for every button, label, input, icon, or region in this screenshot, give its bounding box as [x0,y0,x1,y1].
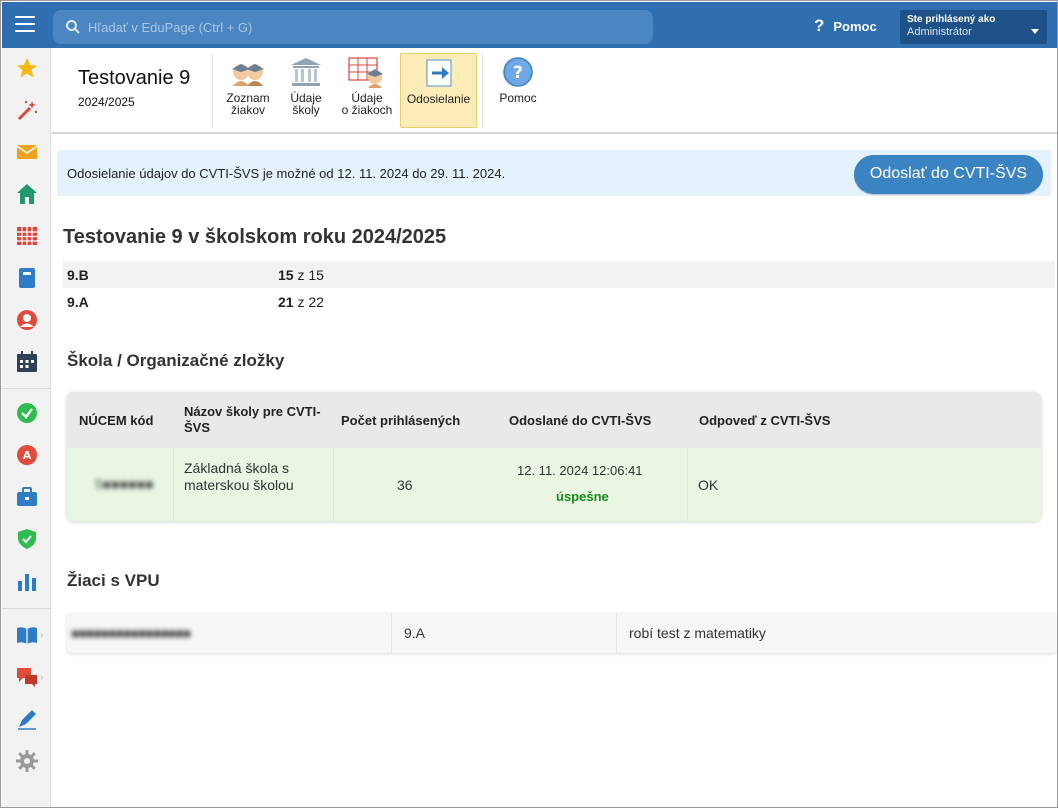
class-row: 9.B 15 z 15 [63,261,1055,288]
school-table: NÚCEM kód Názov školy pre CVTI-ŠVS Počet… [67,392,1041,521]
calendar-icon[interactable] [15,350,39,374]
class-name: 9.B [67,267,89,283]
student-class: 9.A [404,625,426,641]
student-data-label-2: o žiakoch [341,103,393,117]
svg-text:A: A [23,449,32,462]
student-note: robí test z matematiky [629,625,766,641]
search-input[interactable] [88,16,628,38]
section-heading: Testovanie 9 v školskom roku 2024/2025 [63,226,447,248]
pen-icon[interactable] [15,707,39,731]
sent-status: úspešne [556,489,609,504]
person-icon[interactable] [15,308,39,332]
chat-icon[interactable] [15,665,39,689]
column-divider [333,448,334,521]
home-icon[interactable] [15,182,39,206]
timetable-grid-icon[interactable] [15,224,39,248]
help-icon: ? [503,57,533,87]
col-header-name: Názov školy pre CVTI-ŠVS [184,404,321,435]
sidebar-divider [2,388,51,389]
school-year: 2024/2025 [78,95,135,109]
response-value: OK [698,477,719,493]
column-divider [391,613,392,653]
chevron-right-icon: › [40,672,44,683]
table-row[interactable]: 5■■■■■■ Základná škola s materskou školou… [67,448,1041,521]
magic-wand-icon[interactable] [15,98,39,122]
chevron-right-icon: › [40,630,44,641]
help-label: Pomoc [833,18,877,34]
school-name: Základná škola s materskou školou [184,460,294,493]
sending-label: Odosielanie [406,92,471,106]
column-divider [616,613,617,653]
grade-badge-icon[interactable]: A [15,443,39,467]
vpu-section-heading: Žiaci s VPU [67,571,160,590]
module-toolbar: Testovanie 9 2024/2025 Zoznam žiakov Úda… [52,48,1057,134]
table-header: NÚCEM kód Názov školy pre CVTI-ŠVS Počet… [67,392,1041,448]
column-divider [687,448,688,521]
class-row: 9.A 21 z 22 [63,288,1055,315]
school-section-heading: Škola / Organizačné zložky [67,351,285,370]
mail-icon[interactable] [15,140,39,164]
student-name: ■■■■■■■■■■■■■■■■ [71,625,191,641]
check-badge-icon[interactable] [15,401,39,425]
help-button[interactable]: ? Pomoc [492,53,544,128]
col-header-code: NÚCEM kód [79,413,154,428]
send-arrow-icon [425,59,452,87]
send-to-cvti-button[interactable]: Odoslať do CVTI-ŠVS [854,155,1043,194]
sent-date: 12. 11. 2024 12:06:41 [517,463,643,478]
toolbar-divider [212,54,213,128]
search-box[interactable] [53,10,653,44]
registered-count: 36 [397,477,413,493]
school-code: 5■■■■■■ [95,476,154,492]
app-window: ? Pomoc Ste prihlásený ako Administrátor… [0,0,1058,808]
class-count: 21 z 22 [278,294,324,310]
book-icon[interactable] [15,623,39,647]
school-building-icon [291,58,321,86]
student-data-icon [348,57,383,88]
star-icon[interactable] [15,56,39,80]
help-question-icon: ? [814,16,825,35]
student-data-button[interactable]: Údaje o žiakoch [338,53,396,128]
help-button-label: Pomoc [499,91,537,105]
col-header-sent: Odoslané do CVTI-ŠVS [509,413,652,428]
chevron-down-icon [1031,29,1039,34]
menu-icon[interactable] [15,16,35,34]
user-menu[interactable]: Ste prihlásený ako Administrátor [900,10,1047,44]
notebook-icon[interactable] [15,266,39,290]
gear-icon[interactable] [15,749,39,773]
col-header-count: Počet prihlásených [341,413,461,428]
shield-icon[interactable] [15,527,39,551]
banner-text: Odosielanie údajov do CVTI-ŠVS je možné … [67,166,506,181]
page-title: Testovanie 9 [78,67,191,89]
school-data-label-2: školy [292,103,320,117]
svg-text:?: ? [513,63,523,83]
students-list-button[interactable]: Zoznam žiakov [220,53,276,128]
students-list-label-2: žiakov [230,103,265,117]
top-bar: ? Pomoc Ste prihlásený ako Administrátor [2,2,1057,48]
bar-chart-icon[interactable] [15,569,39,593]
briefcase-icon[interactable] [15,485,39,509]
sidebar: A › › [2,48,51,807]
col-header-response: Odpoveď z CVTI-ŠVS [699,413,831,428]
school-data-button[interactable]: Údaje školy [282,53,330,128]
class-name: 9.A [67,294,89,310]
search-icon [66,20,80,34]
sending-button[interactable]: Odosielanie [400,53,477,128]
students-icon [232,64,264,86]
user-role: Administrátor [907,26,972,38]
sidebar-divider [2,608,51,609]
class-count: 15 z 15 [278,267,324,283]
vpu-row[interactable]: ■■■■■■■■■■■■■■■■ 9.A robí test z matemat… [67,613,1057,653]
help-link[interactable]: ? Pomoc [814,16,877,36]
column-divider [173,448,174,521]
user-label: Ste prihlásený ako [907,14,996,25]
toolbar-divider [482,54,483,128]
